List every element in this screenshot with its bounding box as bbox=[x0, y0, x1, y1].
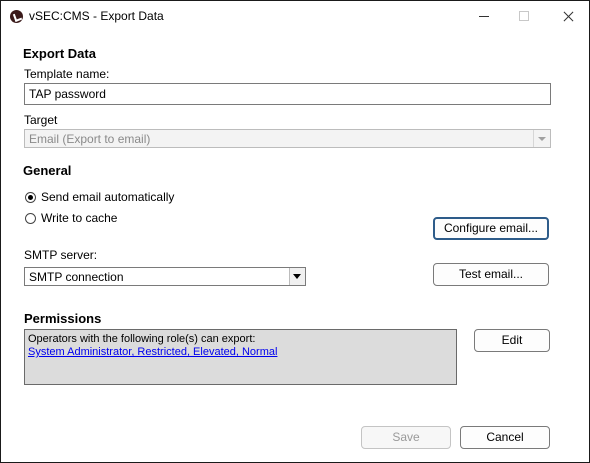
send-email-radio[interactable] bbox=[25, 192, 36, 203]
export-data-dialog: vSEC:CMS - Export Data Export Data Templ… bbox=[0, 0, 590, 463]
export-data-heading: Export Data bbox=[23, 46, 96, 61]
smtp-server-label: SMTP server: bbox=[24, 248, 98, 262]
permissions-description: Operators with the following role(s) can… bbox=[28, 333, 256, 345]
target-select: Email (Export to email) bbox=[24, 129, 551, 148]
maximize-button[interactable] bbox=[499, 1, 545, 31]
save-button[interactable]: Save bbox=[361, 426, 451, 449]
title-bar: vSEC:CMS - Export Data bbox=[1, 1, 589, 31]
chevron-down-icon bbox=[533, 130, 550, 147]
smtp-server-value: SMTP connection bbox=[29, 270, 124, 284]
close-button[interactable] bbox=[541, 1, 587, 31]
edit-permissions-button[interactable]: Edit bbox=[474, 329, 550, 352]
cancel-button[interactable]: Cancel bbox=[460, 426, 550, 449]
template-name-label: Template name: bbox=[24, 67, 110, 81]
roles-link[interactable]: System Administrator, Restricted, Elevat… bbox=[28, 346, 453, 359]
configure-email-button[interactable]: Configure email... bbox=[433, 217, 549, 240]
window-title: vSEC:CMS - Export Data bbox=[29, 9, 164, 23]
send-email-label[interactable]: Send email automatically bbox=[41, 190, 174, 204]
permissions-panel: Operators with the following role(s) can… bbox=[24, 329, 457, 385]
write-cache-radio[interactable] bbox=[25, 213, 36, 224]
template-name-input[interactable]: TAP password bbox=[24, 83, 551, 105]
smtp-server-select[interactable]: SMTP connection bbox=[24, 267, 306, 286]
target-label: Target bbox=[24, 113, 58, 127]
test-email-button[interactable]: Test email... bbox=[433, 263, 549, 286]
general-heading: General bbox=[23, 163, 72, 178]
app-logo-icon bbox=[10, 10, 23, 23]
target-value: Email (Export to email) bbox=[29, 132, 151, 146]
write-cache-label[interactable]: Write to cache bbox=[41, 211, 117, 225]
permissions-heading: Permissions bbox=[24, 311, 102, 326]
minimize-button[interactable] bbox=[449, 1, 495, 31]
chevron-down-icon[interactable] bbox=[289, 268, 305, 285]
